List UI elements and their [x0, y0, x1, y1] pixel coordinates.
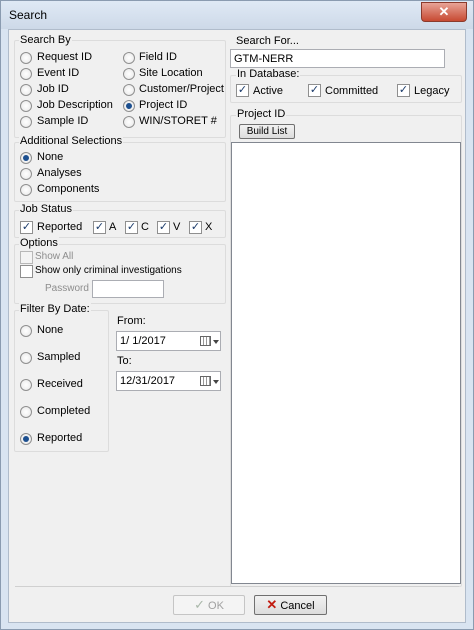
search-dialog: Search ✕ Search By Request ID Event ID J… [0, 0, 474, 630]
status-c-checkbox[interactable]: ✓ [125, 221, 138, 234]
ok-label[interactable]: OK [208, 600, 224, 612]
label-filter-reported[interactable]: Reported [37, 432, 82, 444]
title-bar[interactable]: Search ✕ [1, 1, 473, 29]
legacy-checkbox[interactable]: ✓ [397, 84, 410, 97]
password-field[interactable] [92, 280, 164, 298]
from-date-value[interactable]: 1/ 1/2017 [120, 335, 166, 347]
label-filter-none[interactable]: None [37, 324, 63, 336]
to-date-value[interactable]: 12/31/2017 [120, 375, 175, 387]
radio-additional-components[interactable] [20, 184, 32, 196]
build-list-label[interactable]: Build List [247, 126, 288, 137]
label-additional-none[interactable]: None [37, 151, 63, 163]
to-label: To: [117, 355, 132, 367]
search-for-title: Search For... [236, 35, 299, 47]
show-all-checkbox[interactable] [20, 251, 33, 264]
dialog-client: Search By Request ID Event ID Job ID Job… [8, 29, 466, 623]
check-icon: ✓ [194, 597, 205, 612]
radio-win-storet[interactable] [123, 116, 135, 128]
project-id-list[interactable] [231, 142, 461, 584]
password-label: Password [45, 283, 89, 294]
additional-selections-title: Additional Selections [19, 135, 124, 147]
radio-job-description[interactable] [20, 100, 32, 112]
cancel-label[interactable]: Cancel [280, 600, 314, 612]
status-x-label[interactable]: X [205, 221, 212, 233]
label-job-description[interactable]: Job Description [37, 99, 113, 111]
radio-field-id[interactable] [123, 52, 135, 64]
status-v-label[interactable]: V [173, 221, 180, 233]
label-filter-sampled[interactable]: Sampled [37, 351, 80, 363]
from-date-picker[interactable]: 1/ 1/2017 [116, 331, 221, 351]
label-filter-received[interactable]: Received [37, 378, 83, 390]
label-sample-id[interactable]: Sample ID [37, 115, 88, 127]
status-x-checkbox[interactable]: ✓ [189, 221, 202, 234]
label-job-id[interactable]: Job ID [37, 83, 69, 95]
status-v-checkbox[interactable]: ✓ [157, 221, 170, 234]
show-criminal-checkbox[interactable] [20, 265, 33, 278]
reported-label[interactable]: Reported [37, 221, 82, 233]
radio-sample-id[interactable] [20, 116, 32, 128]
status-a-label[interactable]: A [109, 221, 116, 233]
committed-label[interactable]: Committed [325, 85, 378, 97]
calendar-icon[interactable] [200, 336, 211, 346]
to-date-picker[interactable]: 12/31/2017 [116, 371, 221, 391]
cancel-button[interactable]: ✕ Cancel [254, 595, 327, 615]
radio-request-id[interactable] [20, 52, 32, 64]
label-customer-project[interactable]: Customer/Project [139, 83, 224, 95]
label-event-id[interactable]: Event ID [37, 67, 79, 79]
label-additional-analyses[interactable]: Analyses [37, 167, 82, 179]
label-request-id[interactable]: Request ID [37, 51, 92, 63]
job-status-title: Job Status [19, 203, 73, 215]
chevron-down-icon[interactable] [213, 380, 219, 384]
active-checkbox[interactable]: ✓ [236, 84, 249, 97]
ok-button[interactable]: ✓ OK [173, 595, 245, 615]
window-title: Search [9, 8, 48, 22]
in-database-title: In Database: [236, 68, 301, 80]
committed-checkbox[interactable]: ✓ [308, 84, 321, 97]
radio-customer-project[interactable] [123, 84, 135, 96]
filter-by-date-title: Filter By Date: [19, 303, 91, 315]
close-button[interactable]: ✕ [421, 2, 467, 22]
status-c-label[interactable]: C [141, 221, 149, 233]
radio-additional-none[interactable] [20, 152, 32, 164]
options-title: Options [19, 237, 59, 249]
close-icon: ✕ [438, 4, 450, 19]
radio-additional-analyses[interactable] [20, 168, 32, 180]
radio-filter-reported[interactable] [20, 433, 32, 445]
radio-job-id[interactable] [20, 84, 32, 96]
label-field-id[interactable]: Field ID [139, 51, 177, 63]
radio-filter-sampled[interactable] [20, 352, 32, 364]
search-by-title: Search By [19, 34, 72, 46]
footer-divider [15, 586, 459, 587]
calendar-icon[interactable] [200, 376, 211, 386]
show-all-label[interactable]: Show All [35, 251, 73, 262]
radio-filter-none[interactable] [20, 325, 32, 337]
from-label: From: [117, 315, 146, 327]
label-site-location[interactable]: Site Location [139, 67, 203, 79]
label-filter-completed[interactable]: Completed [37, 405, 90, 417]
chevron-down-icon[interactable] [213, 340, 219, 344]
reported-checkbox[interactable]: ✓ [20, 221, 33, 234]
radio-site-location[interactable] [123, 68, 135, 80]
radio-filter-received[interactable] [20, 379, 32, 391]
label-additional-components[interactable]: Components [37, 183, 99, 195]
status-a-checkbox[interactable]: ✓ [93, 221, 106, 234]
active-label[interactable]: Active [253, 85, 283, 97]
search-for-input[interactable] [230, 49, 445, 68]
radio-project-id[interactable] [123, 100, 135, 112]
build-list-button[interactable]: Build List [239, 124, 295, 139]
radio-event-id[interactable] [20, 68, 32, 80]
project-id-title: Project ID [236, 108, 287, 120]
label-project-id[interactable]: Project ID [139, 99, 187, 111]
label-win-storet[interactable]: WIN/STORET # [139, 115, 217, 127]
cancel-x-icon: ✕ [266, 597, 278, 612]
show-criminal-label[interactable]: Show only criminal investigations [35, 265, 182, 276]
legacy-label[interactable]: Legacy [414, 85, 449, 97]
radio-filter-completed[interactable] [20, 406, 32, 418]
